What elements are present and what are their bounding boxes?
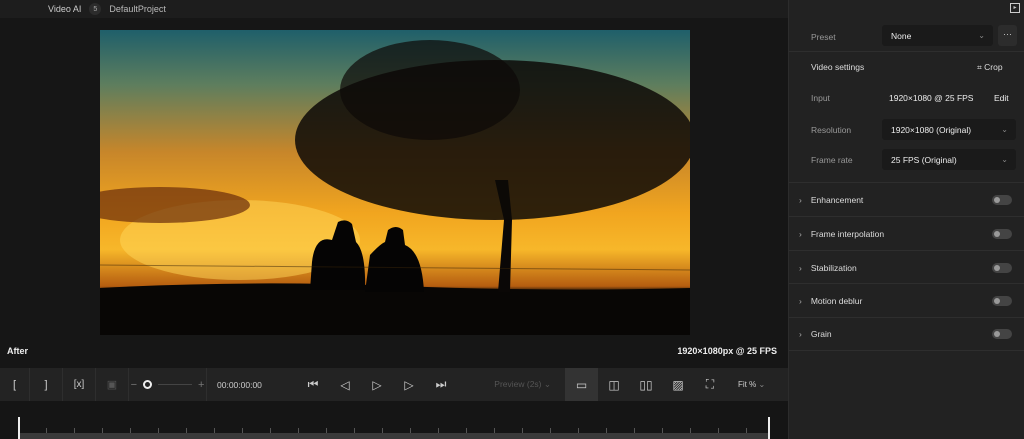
section-motion-deblur[interactable]: › Motion deblur xyxy=(789,283,1024,317)
section-frame-interpolation[interactable]: › Frame interpolation xyxy=(789,216,1024,250)
zoom-slider[interactable]: − + xyxy=(129,368,207,401)
zoom-in-button[interactable]: + xyxy=(198,379,204,391)
section-stabilization[interactable]: › Stabilization xyxy=(789,250,1024,284)
settings-panel: ▸ Preset None ⌄ ··· Video settings ⌗ Crop… xyxy=(788,0,1024,439)
video-frame xyxy=(100,30,690,335)
framerate-label: Frame rate xyxy=(811,155,853,165)
section-label: Frame interpolation xyxy=(810,228,885,239)
preset-dropdown[interactable]: None ⌄ xyxy=(882,25,993,46)
enhancement-toggle[interactable] xyxy=(992,194,1012,205)
section-label: Motion deblur xyxy=(810,295,863,306)
zoom-slider-handle[interactable] xyxy=(143,380,152,389)
project-name[interactable]: DefaultProject xyxy=(109,4,166,14)
chevron-right-icon: › xyxy=(799,228,802,239)
framerate-value: 25 FPS (Original) xyxy=(891,154,957,165)
split-view-icon[interactable]: ◫ xyxy=(598,368,630,401)
video-settings-heading: Video settings xyxy=(811,62,865,72)
single-view-icon[interactable]: ▭ xyxy=(565,368,598,401)
chevron-right-icon: › xyxy=(799,262,802,273)
chevron-right-icon: › xyxy=(799,329,802,339)
compare-icon[interactable]: ▨ xyxy=(662,368,694,401)
playback-controls: [ ] [x] ▣ − + 00:00:00:00 ⏮ ◁ ▷ ▷ ⏭ Prev… xyxy=(0,368,788,401)
side-by-side-icon[interactable]: ▯▯ xyxy=(630,368,662,401)
chevron-right-icon: › xyxy=(799,295,802,306)
input-value: 1920×1080 @ 25 FPS xyxy=(889,93,974,103)
input-label: Input xyxy=(811,93,830,103)
preset-value: None xyxy=(891,30,912,41)
crop-icon: ⌗ xyxy=(977,62,982,72)
snapshot-icon[interactable]: ▣ xyxy=(96,368,129,401)
edit-input-button[interactable]: Edit xyxy=(994,93,1009,103)
timeline[interactable] xyxy=(0,401,788,439)
toggle-panel-icon[interactable]: ▸ xyxy=(1010,3,1020,13)
resolution-dropdown[interactable]: 1920×1080 (Original) ⌄ xyxy=(882,119,1016,140)
mark-in-button[interactable]: [ xyxy=(0,368,30,401)
section-grain[interactable]: › Grain xyxy=(789,317,1024,351)
preset-more-button[interactable]: ··· xyxy=(998,25,1017,46)
preview-dropdown[interactable]: Preview (2s) ⌄ xyxy=(457,379,565,390)
zoom-out-button[interactable]: − xyxy=(131,379,137,391)
fullscreen-icon[interactable]: ⛶ xyxy=(694,368,726,401)
preset-label: Preset xyxy=(811,32,836,42)
motion-deblur-toggle[interactable] xyxy=(992,295,1012,306)
clear-marks-button[interactable]: [x] xyxy=(63,368,96,401)
chevron-right-icon: › xyxy=(799,194,802,205)
video-info: 1920×1080px @ 25 FPS xyxy=(677,346,777,356)
in-point-handle[interactable] xyxy=(18,417,20,439)
mark-out-button[interactable]: ] xyxy=(30,368,63,401)
section-enhancement[interactable]: › Enhancement xyxy=(789,182,1024,216)
title-bar: Video AI 5 DefaultProject xyxy=(0,0,788,18)
step-back-icon[interactable]: ◁ xyxy=(329,368,361,401)
preview-label: Preview (2s) xyxy=(494,379,542,389)
crop-button[interactable]: ⌗ Crop xyxy=(977,62,1003,73)
resolution-label: Resolution xyxy=(811,125,852,135)
video-image xyxy=(100,40,690,335)
resolution-value: 1920×1080 (Original) xyxy=(891,124,972,135)
crop-label: Crop xyxy=(984,62,1003,72)
section-label: Enhancement xyxy=(810,194,864,205)
video-viewer: After 1920×1080px @ 25 FPS xyxy=(0,18,788,368)
project-count-badge: 5 xyxy=(89,3,102,15)
framerate-dropdown[interactable]: 25 FPS (Original) ⌄ xyxy=(882,149,1016,170)
out-point-handle[interactable] xyxy=(768,417,770,439)
timeline-track[interactable] xyxy=(18,433,770,439)
timecode: 00:00:00:00 xyxy=(217,379,262,390)
section-label: Stabilization xyxy=(810,262,857,273)
play-icon[interactable]: ▷ xyxy=(361,368,393,401)
zoom-fit-dropdown[interactable]: Fit % ⌄ xyxy=(726,380,765,389)
app-name: Video AI xyxy=(48,4,82,14)
stabilization-toggle[interactable] xyxy=(992,262,1012,273)
after-label: After xyxy=(7,346,29,356)
frame-interpolation-toggle[interactable] xyxy=(992,228,1012,239)
section-label: Grain xyxy=(810,329,832,339)
skip-to-end-icon[interactable]: ⏭ xyxy=(425,368,457,401)
step-forward-icon[interactable]: ▷ xyxy=(393,368,425,401)
grain-toggle[interactable] xyxy=(992,329,1012,339)
fit-label: Fit % xyxy=(738,380,757,389)
skip-to-start-icon[interactable]: ⏮ xyxy=(297,368,329,401)
